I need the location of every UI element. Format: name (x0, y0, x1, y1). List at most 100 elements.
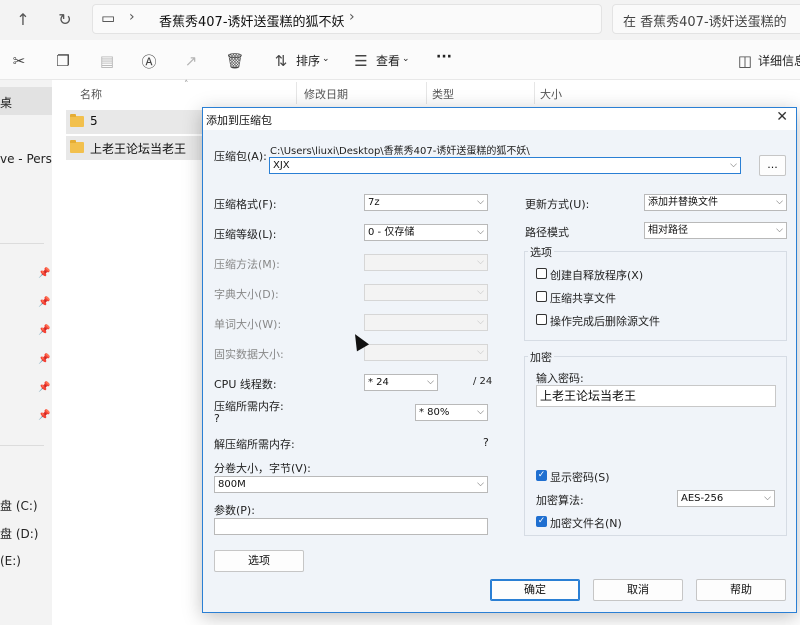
chevron-down-icon: ⌵ (427, 377, 434, 387)
dict-size-select[interactable]: ⌵ (364, 284, 488, 301)
shared-files-label[interactable]: 压缩共享文件 (550, 290, 616, 306)
share-icon[interactable]: ↗ (180, 50, 202, 72)
password-input[interactable]: 上老王论坛当老王 (536, 385, 776, 407)
pin-icon[interactable]: 📌 (38, 354, 50, 365)
path-mode-label: 路径模式 (525, 226, 569, 239)
archive-path: C:\Users\liuxi\Desktop\香蕉秀407-诱奸送蛋糕的狐不妖\ (270, 146, 530, 157)
pin-icon[interactable]: 📌 (38, 325, 50, 336)
details-button[interactable]: 详细信息 (758, 52, 800, 69)
column-header-name[interactable]: 名称 (80, 86, 102, 102)
sfx-checkbox[interactable] (536, 268, 547, 279)
navigation-pane: 桌 ve - Person 📌 📌 📌 📌 📌 📌 盘 (C:) 盘 (D:) … (0, 80, 52, 625)
pin-icon[interactable]: 📌 (38, 297, 50, 308)
ok-button[interactable]: 确定 (490, 579, 580, 601)
chevron-down-icon: ⌵ (477, 347, 484, 357)
monitor-icon: ▭ (101, 9, 116, 27)
column-divider[interactable] (534, 82, 535, 104)
rename-icon[interactable]: Ⓐ (138, 50, 160, 72)
pin-icon[interactable]: 📌 (38, 410, 50, 421)
show-password-checkbox[interactable]: ✓ (536, 470, 547, 481)
solid-size-select[interactable]: ⌵ (364, 344, 488, 361)
format-value: 7z (368, 197, 380, 208)
folder-icon (70, 114, 84, 127)
pin-icon[interactable]: 📌 (38, 268, 50, 279)
method-select[interactable]: ⌵ (364, 254, 488, 271)
format-label: 压缩格式(F): (214, 198, 277, 211)
file-name: 5 (90, 114, 98, 128)
cut-icon[interactable]: ✂ (8, 50, 30, 72)
paste-icon[interactable]: ▤ (96, 50, 118, 72)
sort-button[interactable]: 排序 (296, 52, 320, 69)
nav-drive-d[interactable]: 盘 (D:) (0, 525, 38, 542)
dialog-title: 添加到压缩包 (206, 114, 272, 127)
encryption-method-value: AES-256 (681, 493, 724, 504)
nav-item-desktop[interactable]: 桌 (0, 94, 12, 111)
close-icon[interactable]: ✕ (776, 109, 788, 125)
view-button[interactable]: 查看 (376, 52, 400, 69)
level-select[interactable]: 0 - 仅存储 ⌵ (364, 224, 488, 241)
delete-after-label[interactable]: 操作完成后删除源文件 (550, 313, 660, 329)
path-mode-select[interactable]: 相对路径 ⌵ (644, 222, 787, 239)
column-header-size[interactable]: 大小 (540, 86, 562, 102)
more-options-button[interactable]: ··· (436, 49, 452, 65)
shared-files-checkbox[interactable] (536, 291, 547, 302)
address-box[interactable]: ▭ › 香蕉秀407-诱奸送蛋糕的狐不妖 › (92, 4, 602, 34)
column-header-modified[interactable]: 修改日期 (304, 86, 348, 102)
chevron-down-icon: ⌵ (477, 317, 484, 327)
format-select[interactable]: 7z ⌵ (364, 194, 488, 211)
encrypt-names-checkbox[interactable]: ✓ (536, 516, 547, 527)
add-to-archive-dialog: 添加到压缩包 ✕ 压缩包(A): C:\Users\liuxi\Desktop\… (202, 107, 797, 613)
cancel-button[interactable]: 取消 (593, 579, 683, 601)
encryption-method-select[interactable]: AES-256 ⌵ (677, 490, 775, 507)
method-label: 压缩方法(M): (214, 258, 280, 271)
search-placeholder: 在 香蕉秀407-诱奸送蛋糕的 (623, 15, 787, 30)
help-button[interactable]: 帮助 (696, 579, 786, 601)
options-group-title: 选项 (528, 244, 554, 260)
column-divider[interactable] (426, 82, 427, 104)
divider (0, 445, 44, 446)
delete-icon[interactable]: 🗑 (224, 50, 246, 72)
cpu-threads-select[interactable]: * 24 ⌵ (364, 374, 438, 391)
options-button[interactable]: 选项 (214, 550, 304, 572)
view-icon[interactable]: ☰ (350, 50, 372, 72)
file-row[interactable]: 5 (66, 110, 206, 134)
browse-button[interactable]: ... (759, 155, 786, 176)
cpu-threads-total: / 24 (473, 376, 493, 387)
dict-size-label: 字典大小(D): (214, 288, 279, 301)
show-password-label[interactable]: 显示密码(S) (550, 469, 610, 485)
archive-name-combo[interactable]: XJX ⌵ (269, 157, 741, 174)
file-row[interactable]: 上老王论坛当老王 (66, 136, 206, 160)
word-size-select[interactable]: ⌵ (364, 314, 488, 331)
update-mode-select[interactable]: 添加并替换文件 ⌵ (644, 194, 787, 211)
copy-icon[interactable]: ❐ (52, 50, 74, 72)
column-divider[interactable] (296, 82, 297, 104)
details-pane-icon[interactable]: ◫ (734, 50, 756, 72)
column-header-type[interactable]: 类型 (432, 86, 454, 102)
memory-value: ? (214, 412, 220, 425)
chevron-down-icon[interactable]: ⌵ (730, 158, 737, 173)
sfx-checkbox-label[interactable]: 创建自释放程序(X) (550, 267, 643, 283)
chevron-right-icon[interactable]: › (349, 9, 355, 25)
divider (0, 243, 44, 244)
chevron-down-icon[interactable]: ⌵ (477, 477, 484, 492)
refresh-icon[interactable]: ↻ (52, 6, 78, 32)
delete-after-checkbox[interactable] (536, 314, 547, 325)
nav-drive-c[interactable]: 盘 (C:) (0, 497, 38, 514)
encrypt-names-label[interactable]: 加密文件名(N) (550, 515, 622, 531)
chevron-down-icon: ⌵ (764, 493, 771, 503)
chevron-down-icon: ⌄ (322, 54, 330, 64)
cpu-threads-label: CPU 线程数: (214, 378, 277, 391)
decompress-memory-value: ? (483, 436, 489, 449)
chevron-down-icon: ⌄ (402, 54, 410, 64)
pin-icon[interactable]: 📌 (38, 382, 50, 393)
search-input[interactable]: 在 香蕉秀407-诱奸送蛋糕的 (612, 4, 800, 34)
chevron-right-icon[interactable]: › (129, 9, 135, 25)
sort-icon[interactable]: ⇅ (270, 50, 292, 72)
nav-item-onedrive[interactable]: ve - Person (0, 152, 52, 166)
memory-usage-select[interactable]: * 80% ⌵ (415, 404, 488, 421)
dialog-title-bar[interactable]: 添加到压缩包 ✕ (203, 108, 796, 130)
nav-drive-e[interactable]: (E:) (0, 554, 21, 568)
up-arrow-icon[interactable]: ↑ (10, 6, 36, 32)
split-size-combo[interactable]: 800M ⌵ (214, 476, 488, 493)
params-input[interactable] (214, 518, 488, 535)
